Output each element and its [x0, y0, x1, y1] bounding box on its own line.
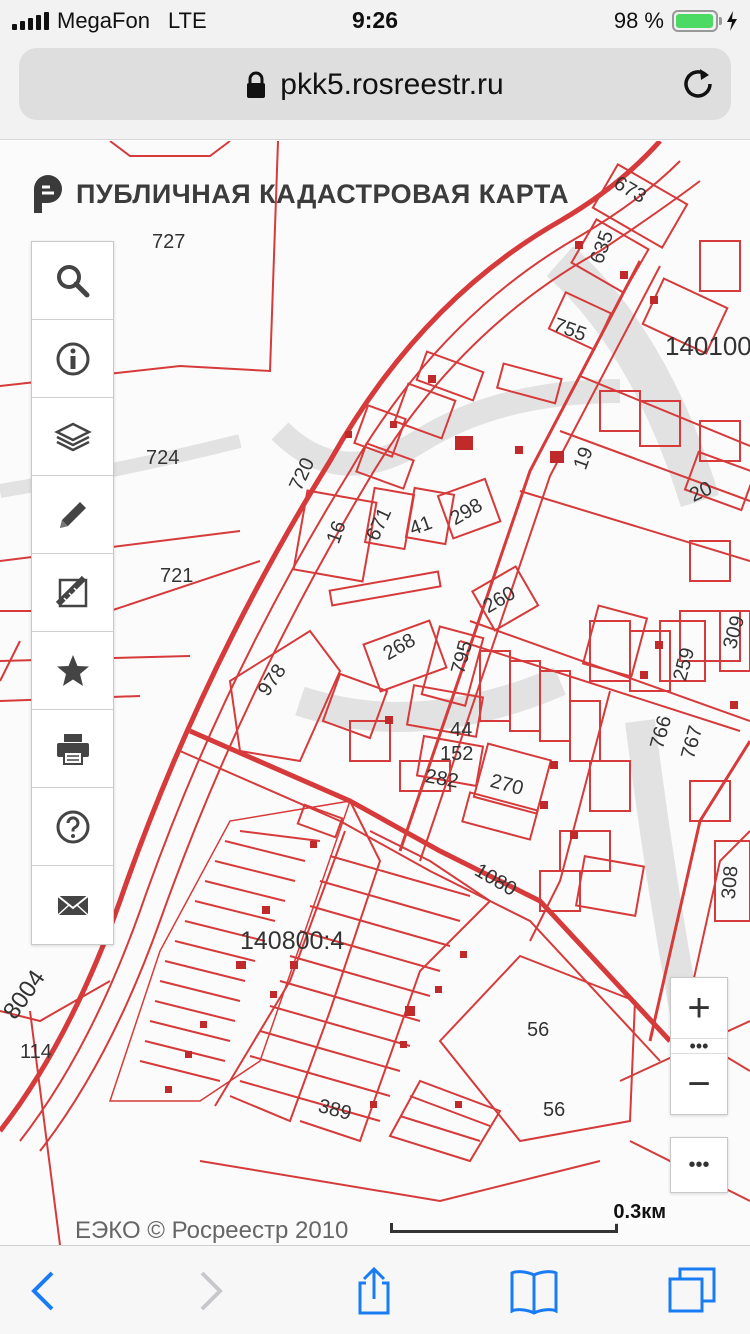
map-title: ПУБЛИЧНАЯ КАДАСТРОВАЯ КАРТА [76, 178, 570, 209]
address-bar[interactable]: pkk5.rosreestr.ru [19, 48, 731, 120]
share-button[interactable] [344, 1264, 404, 1318]
tabs-button[interactable] [662, 1264, 722, 1318]
book-icon [510, 1270, 558, 1315]
scale-label: 0.3км [613, 1201, 666, 1224]
measure-button[interactable] [32, 554, 113, 632]
star-icon [56, 654, 89, 686]
favorites-button[interactable] [32, 632, 113, 710]
parcel-label: 140100 [665, 331, 750, 361]
rosreestr-logo-icon [34, 175, 62, 213]
layers-icon [53, 422, 92, 451]
reload-icon[interactable] [679, 65, 717, 103]
measure-icon [55, 575, 87, 607]
parcel-label: 724 [146, 447, 180, 469]
parcel-label: 44 [450, 719, 473, 741]
zoom-in-button[interactable]: + [671, 978, 727, 1038]
share-icon [358, 1266, 390, 1315]
back-button[interactable] [14, 1264, 74, 1318]
help-icon [56, 810, 89, 843]
copyright: ЕЭКО © Росреестр 2010 [75, 1217, 349, 1244]
parcel-label: 56 [543, 1099, 566, 1121]
address-area: pkk5.rosreestr.ru [0, 40, 750, 140]
bookmarks-button[interactable] [504, 1264, 564, 1318]
feedback-button[interactable] [32, 866, 113, 944]
scale-bar: 0.3км [390, 1201, 666, 1241]
forward-button[interactable] [180, 1264, 240, 1318]
brand: ПУБЛИЧНАЯ КАДАСТРОВАЯ КАРТА [30, 173, 569, 215]
parcel-label: 721 [160, 565, 194, 587]
tabs-icon [668, 1267, 716, 1313]
status-bar: MegaFon LTE 9:26 98 % [0, 0, 750, 40]
battery-percent: 98 % [613, 8, 664, 33]
parcel-label: 308 [717, 864, 743, 901]
parcel-label: 140800:4 [240, 927, 345, 955]
parcel-label: 56 [527, 1019, 550, 1041]
chevron-right-icon [200, 1271, 223, 1311]
mail-icon [56, 895, 89, 916]
zoom-out-button[interactable]: − [671, 1054, 727, 1114]
more-options-button[interactable]: ••• [670, 1137, 728, 1193]
map-toolbar [31, 241, 114, 945]
info-icon [56, 342, 89, 375]
pencil-icon [59, 501, 86, 528]
info-button[interactable] [32, 320, 113, 398]
charging-icon [727, 11, 737, 31]
print-button[interactable] [32, 710, 113, 788]
lock-icon [247, 71, 266, 98]
print-icon [56, 733, 89, 765]
browser-toolbar [0, 1245, 750, 1334]
parcel-label: 152 [440, 743, 474, 765]
parcel-label: 727 [152, 231, 186, 253]
battery-icon [672, 10, 722, 32]
zoom-slider-handle[interactable]: ••• [671, 1037, 727, 1055]
url-text: pkk5.rosreestr.ru [280, 68, 504, 101]
search-button[interactable] [32, 242, 113, 320]
cadastral-map[interactable]: 673 635 755 140100 727 724 720 721 16 67… [0, 141, 750, 1245]
zoom-control: + ••• − [670, 977, 728, 1115]
search-icon [56, 264, 89, 297]
help-button[interactable] [32, 788, 113, 866]
chevron-left-icon [31, 1271, 54, 1311]
parcel-label: 114 [20, 1041, 52, 1063]
draw-button[interactable] [32, 476, 113, 554]
layers-button[interactable] [32, 398, 113, 476]
